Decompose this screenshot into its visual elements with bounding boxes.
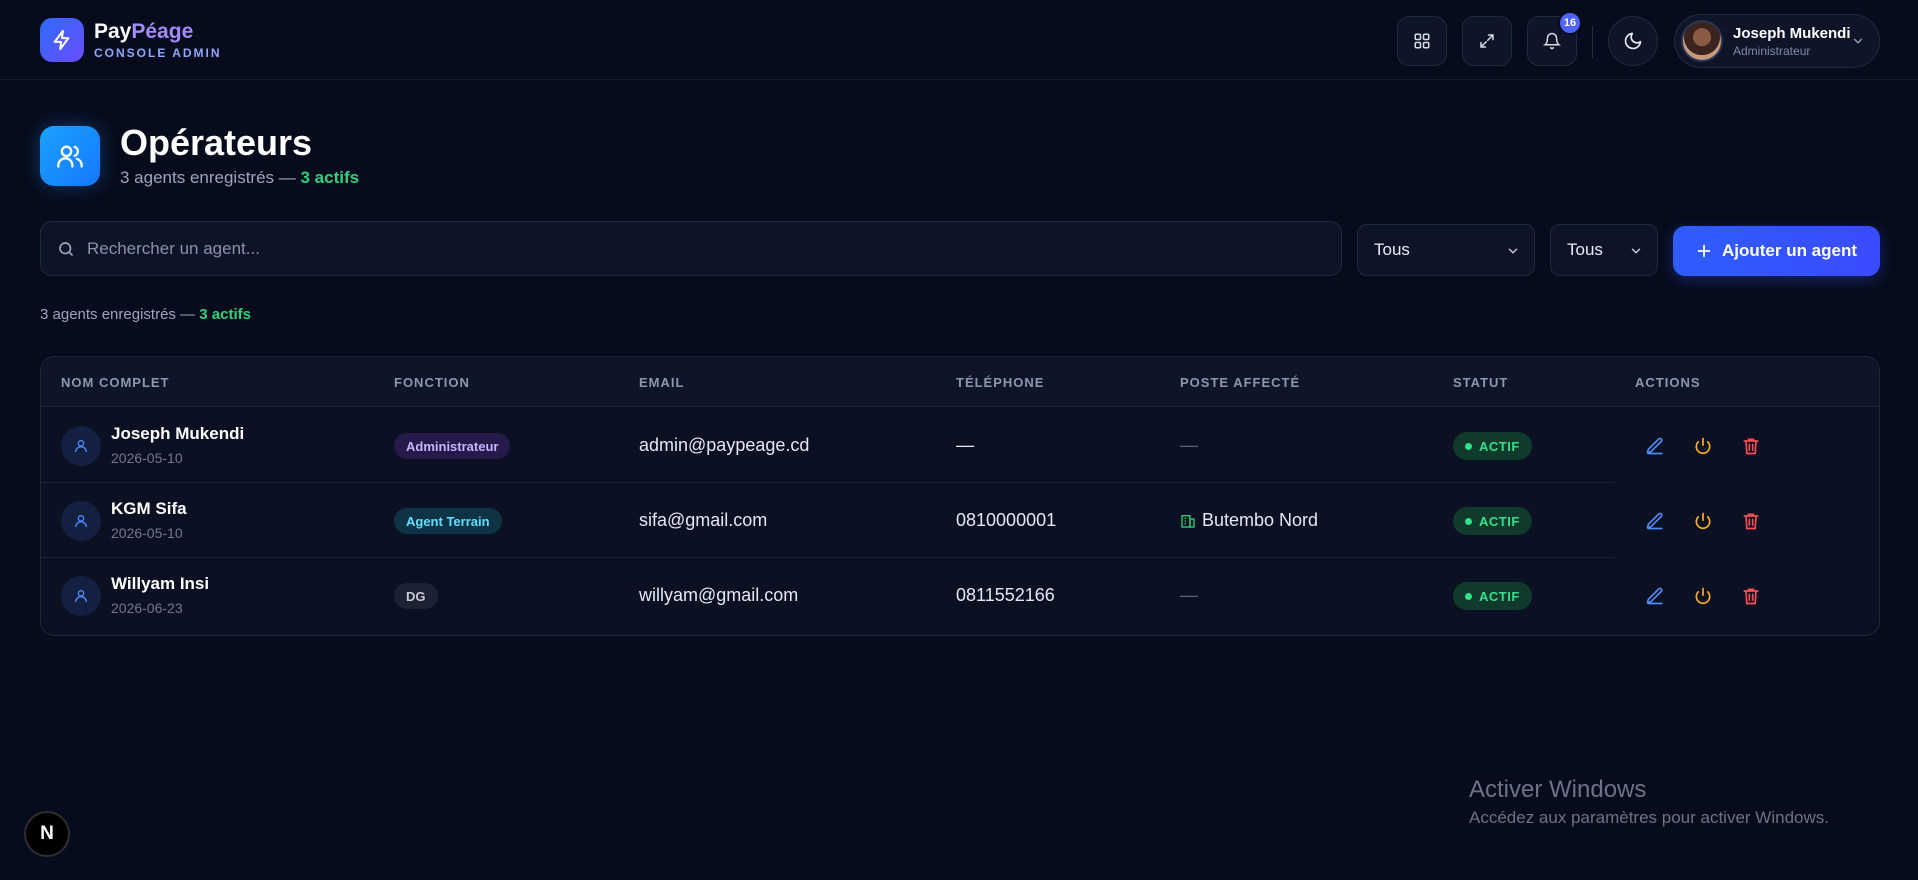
avatar — [1681, 20, 1723, 62]
agent-phone: 0810000001 — [956, 510, 1057, 530]
agent-name: Willyam Insi — [111, 574, 210, 593]
pencil-icon — [1646, 437, 1663, 455]
power-icon — [1695, 437, 1711, 455]
toggle-status-button[interactable] — [1691, 584, 1715, 608]
agent-date: 2026-06-23 — [111, 600, 183, 616]
top-bar: PayPéage CONSOLE ADMIN 16 Joseph Mukendi… — [0, 0, 1918, 80]
trash-icon — [1743, 588, 1759, 605]
notifications-button[interactable]: 16 — [1527, 11, 1582, 66]
users-icon — [40, 126, 100, 186]
function-filter-value: Tous — [1374, 240, 1410, 259]
edit-button[interactable] — [1643, 584, 1667, 608]
status-badge: ACTIF — [1453, 432, 1532, 460]
brand-subtitle: CONSOLE ADMIN — [94, 46, 222, 60]
page-subtitle: 3 agents enregistrés — 3 actifs — [120, 168, 360, 187]
user-menu[interactable]: Joseph Mukendi Administrateur — [1674, 14, 1880, 68]
agent-phone: — — [956, 435, 974, 455]
status-badge: ACTIF — [1453, 582, 1532, 610]
column-header: EMAIL — [639, 375, 685, 390]
function-badge: DG — [394, 583, 438, 609]
search-icon — [59, 241, 73, 256]
notification-badge: 16 — [1558, 11, 1582, 35]
status-filter-select[interactable]: Tous — [1550, 224, 1658, 276]
search-box[interactable] — [40, 221, 1342, 276]
column-header: POSTE AFFECTÉ — [1180, 375, 1301, 390]
chevron-down-icon — [1631, 248, 1641, 254]
status-badge: ACTIF — [1453, 507, 1532, 535]
edit-button[interactable] — [1643, 509, 1667, 533]
edit-button[interactable] — [1643, 434, 1667, 458]
column-header: TÉLÉPHONE — [956, 375, 1045, 390]
table-row: KGM Sifa 2026-05-10 Agent Terrain sifa@g… — [41, 483, 1879, 558]
agent-email: admin@paypeage.cd — [639, 435, 810, 455]
agent-phone: 0811552166 — [956, 585, 1055, 605]
user-icon — [61, 501, 101, 541]
agent-email: sifa@gmail.com — [639, 510, 768, 530]
add-agent-label: Ajouter un agent — [1721, 241, 1858, 260]
windows-watermark-text: Accédez aux paramètres pour activer Wind… — [1469, 808, 1829, 827]
agent-poste: — — [1180, 435, 1198, 455]
moon-icon — [1624, 32, 1642, 50]
delete-button[interactable] — [1739, 434, 1763, 458]
column-header: FONCTION — [394, 375, 470, 390]
apps-grid-button[interactable] — [1397, 16, 1447, 66]
trash-icon — [1743, 513, 1759, 530]
chevron-down-icon — [1508, 248, 1518, 254]
agent-name: KGM Sifa — [111, 499, 187, 518]
building-icon — [1181, 514, 1195, 528]
add-agent-button[interactable]: Ajouter un agent — [1673, 226, 1880, 276]
agents-table: NOM COMPLET FONCTION EMAIL TÉLÉPHONE POS… — [40, 356, 1880, 636]
table-row: Willyam Insi 2026-06-23 DG willyam@gmail… — [41, 558, 1879, 633]
dev-tools-button[interactable]: N — [24, 811, 70, 857]
column-header: ACTIONS — [1635, 375, 1701, 390]
expand-icon — [1480, 34, 1494, 48]
fullscreen-button[interactable] — [1462, 16, 1512, 66]
agent-date: 2026-05-10 — [111, 525, 183, 541]
page-title: Opérateurs — [120, 122, 313, 163]
brand-name: PayPéage — [94, 20, 194, 43]
agent-name: Joseph Mukendi — [111, 424, 245, 443]
agents-count: 3 agents enregistrés — 3 actifs — [40, 306, 251, 323]
agent-poste: Butembo Nord — [1180, 510, 1318, 531]
pencil-icon — [1646, 587, 1663, 605]
lightning-icon — [40, 18, 84, 62]
power-icon — [1695, 587, 1711, 605]
user-icon — [61, 576, 101, 616]
user-icon — [61, 426, 101, 466]
divider — [1592, 26, 1593, 58]
column-header: NOM COMPLET — [61, 375, 170, 390]
brand[interactable]: PayPéage CONSOLE ADMIN — [40, 18, 222, 62]
theme-toggle-button[interactable] — [1608, 16, 1658, 66]
delete-button[interactable] — [1739, 584, 1763, 608]
pencil-icon — [1646, 512, 1663, 530]
search-input[interactable] — [87, 238, 1287, 259]
status-filter-value: Tous — [1567, 240, 1603, 259]
power-icon — [1695, 512, 1711, 530]
toggle-status-button[interactable] — [1691, 434, 1715, 458]
toggle-status-button[interactable] — [1691, 509, 1715, 533]
function-badge: Administrateur — [394, 433, 511, 459]
agent-email: willyam@gmail.com — [639, 585, 799, 605]
grid-icon — [1414, 33, 1430, 49]
function-badge: Agent Terrain — [394, 508, 502, 534]
bell-icon — [1543, 32, 1561, 50]
delete-button[interactable] — [1739, 509, 1763, 533]
table-row: Joseph Mukendi 2026-05-10 Administrateur… — [41, 408, 1879, 483]
function-filter-select[interactable]: Tous — [1357, 224, 1535, 276]
user-name: Joseph Mukendi — [1733, 24, 1851, 42]
column-header: STATUT — [1453, 375, 1509, 390]
chevron-down-icon — [1853, 38, 1863, 44]
agent-date: 2026-05-10 — [111, 450, 183, 466]
table-header: NOM COMPLET FONCTION EMAIL TÉLÉPHONE POS… — [41, 357, 1879, 407]
plus-icon — [1697, 244, 1711, 258]
agent-poste: — — [1180, 585, 1198, 605]
windows-watermark-title: Activer Windows — [1469, 776, 1647, 803]
trash-icon — [1743, 438, 1759, 455]
user-role: Administrateur — [1733, 43, 1811, 58]
